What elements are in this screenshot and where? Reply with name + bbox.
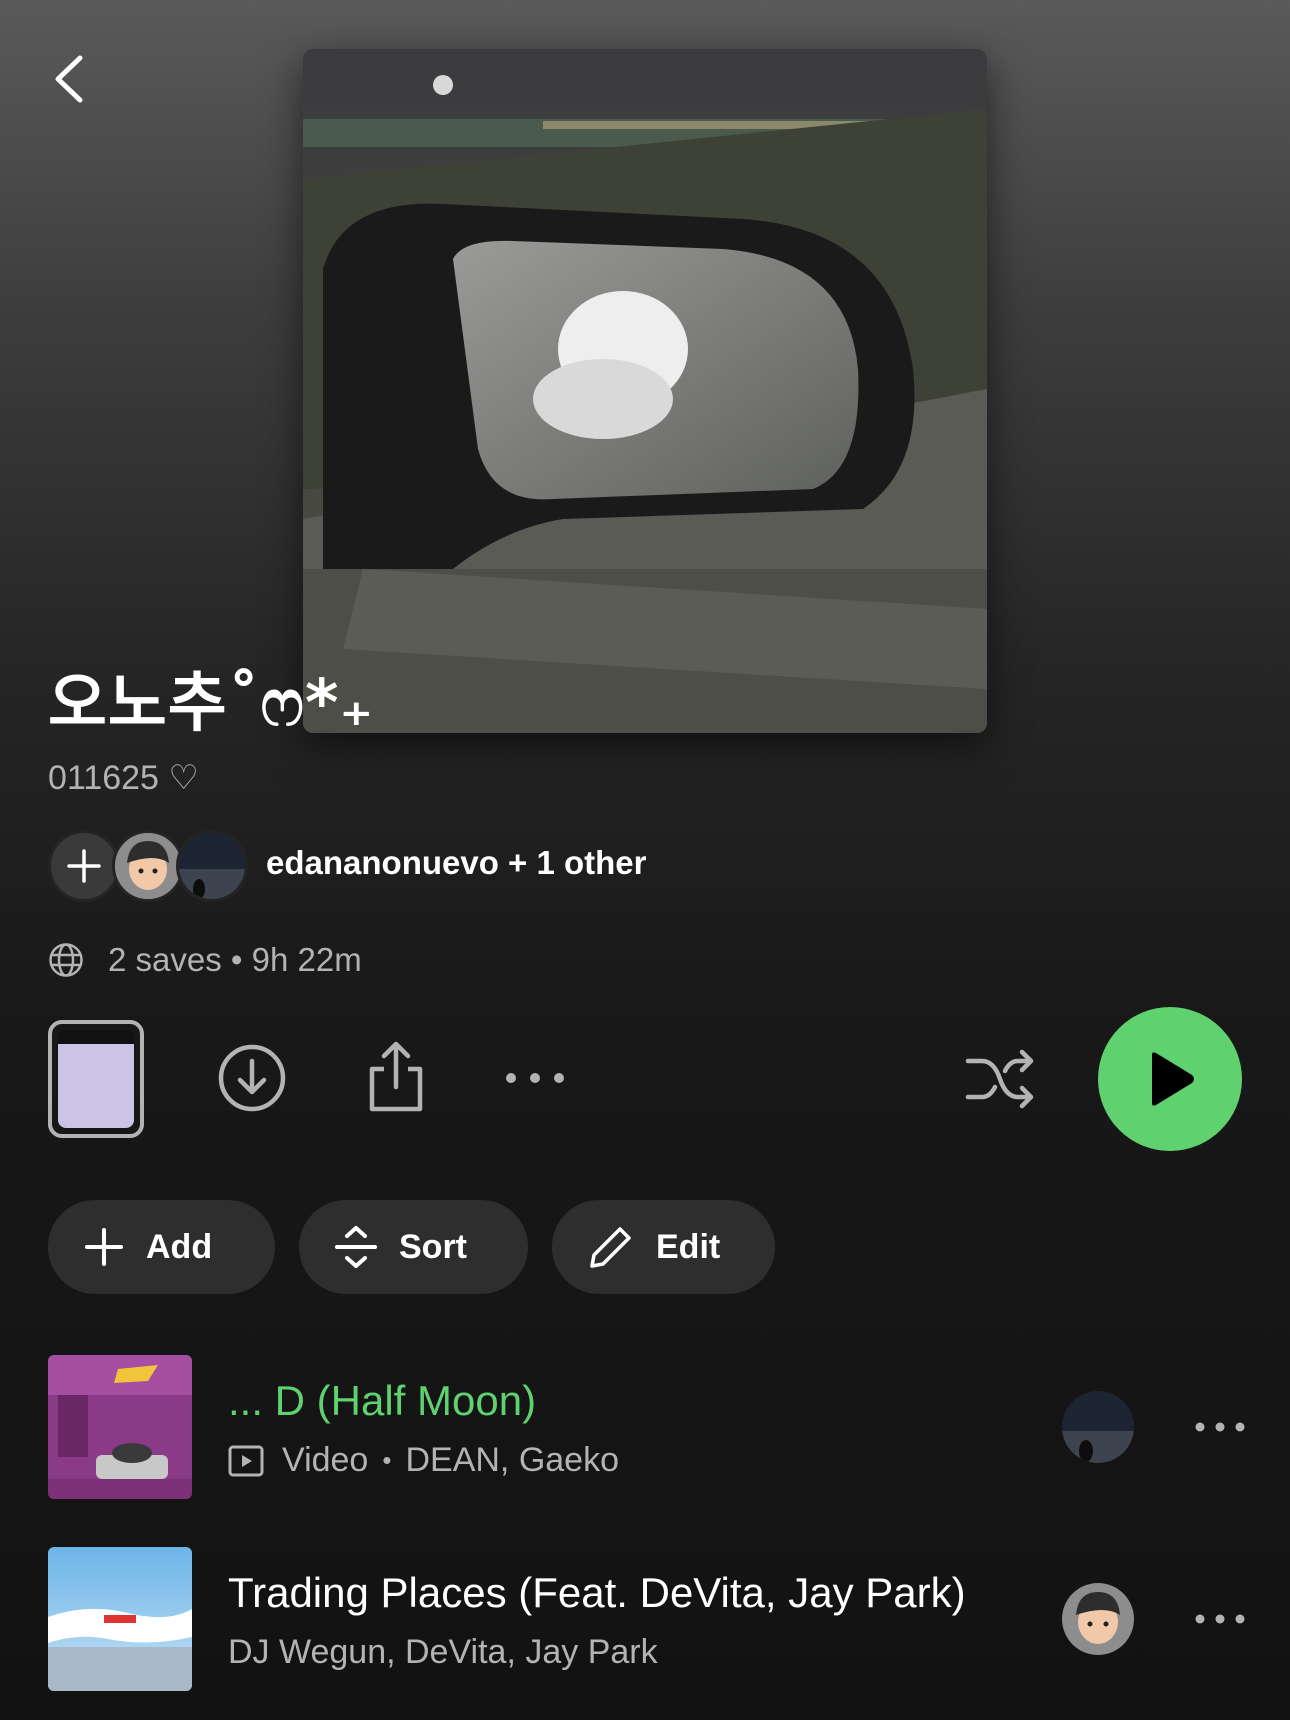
video-icon xyxy=(228,1445,264,1476)
track-artwork xyxy=(48,1355,192,1499)
playlist-preview-button[interactable] xyxy=(48,1020,144,1138)
track-row[interactable]: Trading Places (Feat. DeVita, Jay Park) … xyxy=(48,1547,1248,1691)
track-row[interactable]: ... D (Half Moon) Video • DEAN, Gaeko xyxy=(48,1355,1248,1499)
shuffle-icon xyxy=(965,1049,1034,1109)
track-title: ... D (Half Moon) xyxy=(228,1377,537,1424)
add-label: Add xyxy=(146,1227,213,1266)
avatar[interactable] xyxy=(176,830,248,902)
sort-button[interactable]: Sort xyxy=(299,1200,528,1294)
track-artists: DJ Wegun, DeVita, Jay Park xyxy=(228,1633,658,1671)
track-subtitle: DJ Wegun, DeVita, Jay Park xyxy=(228,1633,658,1672)
track-type-label: Video xyxy=(282,1441,369,1479)
download-icon xyxy=(218,1044,286,1112)
chevron-left-icon xyxy=(55,55,83,103)
playlist-meta: 2 saves • 9h 22m xyxy=(48,940,362,980)
track-artists: DEAN, Gaeko xyxy=(405,1441,619,1479)
more-dots-icon xyxy=(1195,1614,1245,1624)
track-title: Trading Places (Feat. DeVita, Jay Park) xyxy=(228,1569,966,1616)
collaborators-row: edananonuevo + 1 other xyxy=(48,830,748,904)
more-dots-icon xyxy=(1195,1422,1245,1432)
plus-icon xyxy=(67,849,101,883)
track-more-button[interactable] xyxy=(1190,1599,1250,1639)
playlist-cover-art xyxy=(303,49,987,733)
edit-button[interactable]: Edit xyxy=(552,1200,775,1294)
download-button[interactable] xyxy=(214,1040,290,1116)
sort-label: Sort xyxy=(399,1227,467,1266)
saves-duration-text: 2 saves • 9h 22m xyxy=(108,941,362,978)
playlist-description: 011625 ♡ xyxy=(48,759,199,797)
shuffle-button[interactable] xyxy=(960,1042,1040,1116)
globe-icon xyxy=(49,943,83,977)
added-by-avatar[interactable] xyxy=(1062,1583,1134,1655)
play-button[interactable] xyxy=(1098,1007,1242,1151)
track-more-button[interactable] xyxy=(1190,1407,1250,1447)
more-options-button[interactable] xyxy=(500,1058,570,1098)
plus-icon xyxy=(85,1228,123,1266)
back-button[interactable] xyxy=(44,44,104,114)
track-subtitle: Video • DEAN, Gaeko xyxy=(228,1441,619,1480)
more-dots-icon xyxy=(506,1073,564,1083)
separator-dot: • xyxy=(382,1445,392,1475)
play-icon xyxy=(1152,1052,1194,1106)
preview-thumbnail xyxy=(58,1030,134,1128)
share-icon xyxy=(369,1041,423,1112)
added-by-avatar[interactable] xyxy=(1062,1391,1134,1463)
add-button[interactable]: Add xyxy=(48,1200,275,1294)
owners-text[interactable]: edananonuevo + 1 other xyxy=(266,844,647,882)
edit-label: Edit xyxy=(656,1227,721,1266)
avatar[interactable] xyxy=(112,830,184,902)
add-collaborator-button[interactable] xyxy=(48,830,120,902)
share-button[interactable] xyxy=(360,1036,432,1118)
pencil-icon xyxy=(590,1227,631,1268)
sort-icon xyxy=(335,1226,377,1268)
track-artwork xyxy=(48,1547,192,1691)
playlist-title: 오노추˚ෆ*₊ xyxy=(48,667,375,741)
